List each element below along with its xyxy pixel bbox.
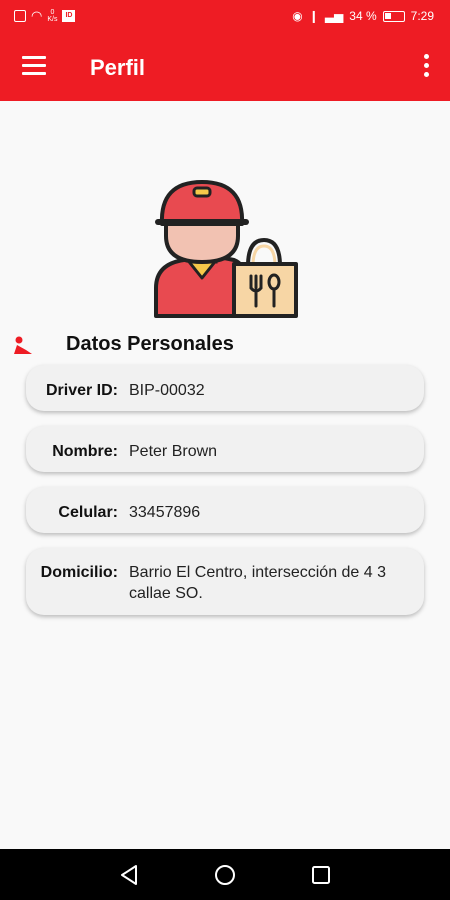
card-driver-id: Driver ID: BIP-00032	[26, 365, 424, 411]
network-speed-unit: K/s	[47, 16, 58, 23]
home-circle-icon[interactable]	[212, 862, 238, 888]
hamburger-menu-icon[interactable]	[22, 56, 48, 78]
vibrate-icon: ❙	[308, 9, 319, 23]
navigation-bar	[0, 849, 450, 900]
person-icon	[14, 336, 32, 354]
eye-icon: ◉	[292, 9, 303, 23]
driver-id-value: BIP-00032	[129, 382, 205, 399]
app-bar: Perfil	[0, 34, 450, 101]
status-bar-right: ◉ ❙ ▃▅ 34 % 7:29	[292, 9, 434, 23]
notification-icon	[14, 10, 26, 22]
domicilio-label: Domicilio:	[40, 564, 118, 581]
page-title: Perfil	[90, 55, 146, 80]
more-vertical-icon[interactable]	[420, 54, 432, 82]
id-notification-icon: ID	[62, 10, 76, 22]
wifi-icon: ◠	[31, 8, 43, 23]
domicilio-value: Barrio El Centro, intersección de 4 3 ca…	[129, 564, 387, 602]
signal-icon: ▃▅	[324, 9, 344, 23]
back-triangle-icon[interactable]	[116, 862, 142, 888]
card-nombre: Nombre: Peter Brown	[26, 426, 424, 472]
delivery-driver-icon	[154, 180, 298, 318]
celular-label: Celular:	[58, 504, 118, 521]
status-bar: ◠ 0 K/s ID ◉ ❙ ▃▅ 34 % 7:29	[0, 0, 450, 34]
nombre-value: Peter Brown	[129, 443, 218, 460]
card-celular: Celular: 33457896	[26, 487, 424, 533]
driver-id-label: Driver ID:	[45, 382, 118, 399]
network-speed-value: 0	[50, 9, 55, 16]
card-domicilio: Domicilio: Barrio El Centro, intersecció…	[26, 548, 424, 615]
battery-icon	[382, 10, 405, 22]
recents-square-icon[interactable]	[308, 862, 334, 888]
nombre-label: Nombre:	[52, 443, 118, 460]
network-speed: 0 K/s	[47, 9, 57, 23]
status-bar-left: ◠ 0 K/s ID	[14, 8, 76, 23]
section-title: Datos Personales	[66, 333, 234, 355]
celular-value: 33457896	[129, 504, 201, 521]
clock: 7:29	[410, 9, 434, 23]
battery-percent: 34 %	[349, 9, 377, 23]
